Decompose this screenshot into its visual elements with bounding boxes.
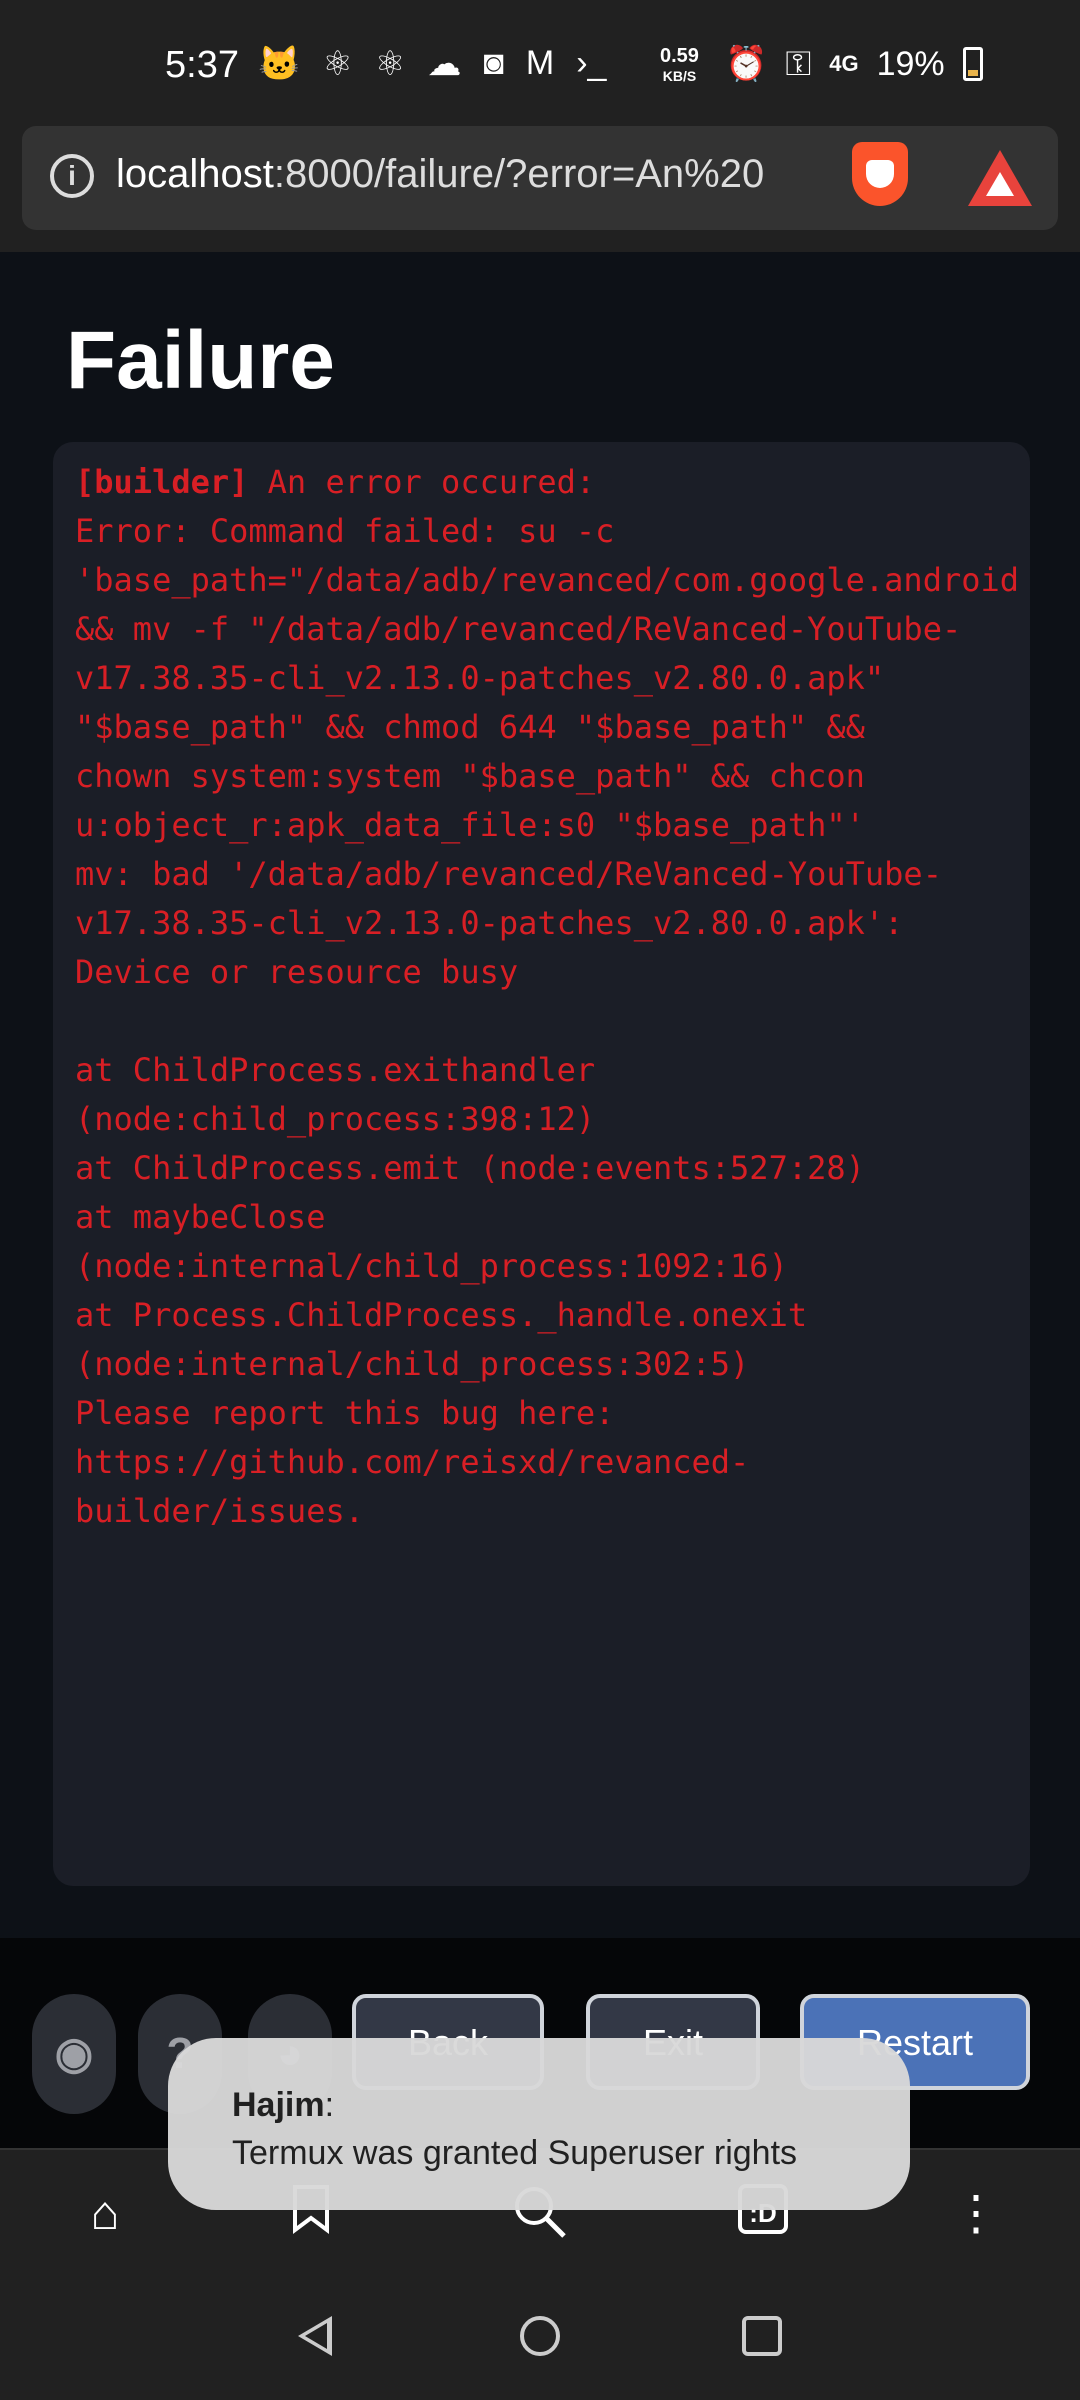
github-icon[interactable]: ◉ — [32, 1994, 116, 2114]
page-title: Failure — [66, 315, 335, 406]
atom-icon: ⚛ — [322, 45, 353, 83]
system-recents-icon[interactable] — [742, 2316, 782, 2356]
address-bar[interactable]: i localhost:8000/failure/?error=An%20 — [22, 126, 1058, 230]
gmail-icon: M — [525, 44, 555, 82]
terminal-icon: ›_ — [576, 44, 607, 82]
toast-message: Termux was granted Superuser rights — [232, 2134, 798, 2172]
notification-icons: 🐱 ⚛ ⚛ ☁ ◙ M ›_ — [258, 44, 606, 84]
error-text: [builder] An error occured: Error: Comma… — [75, 458, 1030, 1536]
brave-rewards-icon[interactable] — [968, 150, 1032, 206]
error-tag: [builder] — [75, 463, 249, 501]
system-back-icon[interactable] — [298, 2316, 332, 2356]
battery-charging-icon — [962, 47, 983, 81]
net-speed-value: 0.59 — [660, 45, 699, 67]
toast-app-name: Hajim — [232, 2086, 325, 2124]
page-content: Failure [builder] An error occured: Erro… — [0, 252, 1080, 1938]
home-icon[interactable]: ⌂ — [75, 2184, 135, 2244]
atom-icon: ⚛ — [374, 45, 406, 83]
system-home-icon[interactable] — [520, 2316, 560, 2356]
battery-percent: 19% — [876, 44, 945, 83]
net-speed: 0.59 KB/S — [660, 46, 699, 86]
signal-icon: 4G — [829, 51, 859, 76]
alarm-icon: ⏰ — [725, 45, 768, 83]
status-bar: 5:37 🐱 ⚛ ⚛ ☁ ◙ M ›_ 0.59 KB/S ⏰ ⚿ 4G 19% — [0, 0, 1080, 128]
cat-face-icon: 🐱 — [258, 45, 301, 83]
key-icon: ⚿ — [785, 44, 812, 83]
instagram-icon: ◙ — [483, 44, 504, 82]
toast-colon: : — [324, 2086, 335, 2124]
status-time: 5:37 — [165, 44, 239, 86]
info-icon[interactable]: i — [50, 154, 94, 198]
error-body: An error occured: Error: Command failed:… — [75, 463, 1020, 1530]
url-path: :8000/failure/?error=An%20 — [273, 152, 765, 196]
system-indicators: ⏰ ⚿ 4G 19% — [725, 44, 983, 84]
toast-title: Hajim: — [232, 2086, 334, 2125]
toast-notification: Hajim: Termux was granted Superuser righ… — [168, 2038, 910, 2210]
url-host: localhost — [116, 152, 274, 196]
cloud-icon: ☁ — [427, 45, 462, 83]
menu-icon[interactable]: ⋮ — [946, 2184, 1006, 2244]
browser-toolbar: i localhost:8000/failure/?error=An%20 — [0, 112, 1080, 252]
system-nav-bar — [0, 2272, 1080, 2400]
error-log: [builder] An error occured: Error: Comma… — [53, 442, 1030, 1886]
url-text[interactable]: localhost:8000/failure/?error=An%20 — [116, 152, 846, 197]
brave-shields-icon[interactable] — [852, 142, 908, 206]
net-speed-unit: KB/S — [662, 68, 697, 84]
